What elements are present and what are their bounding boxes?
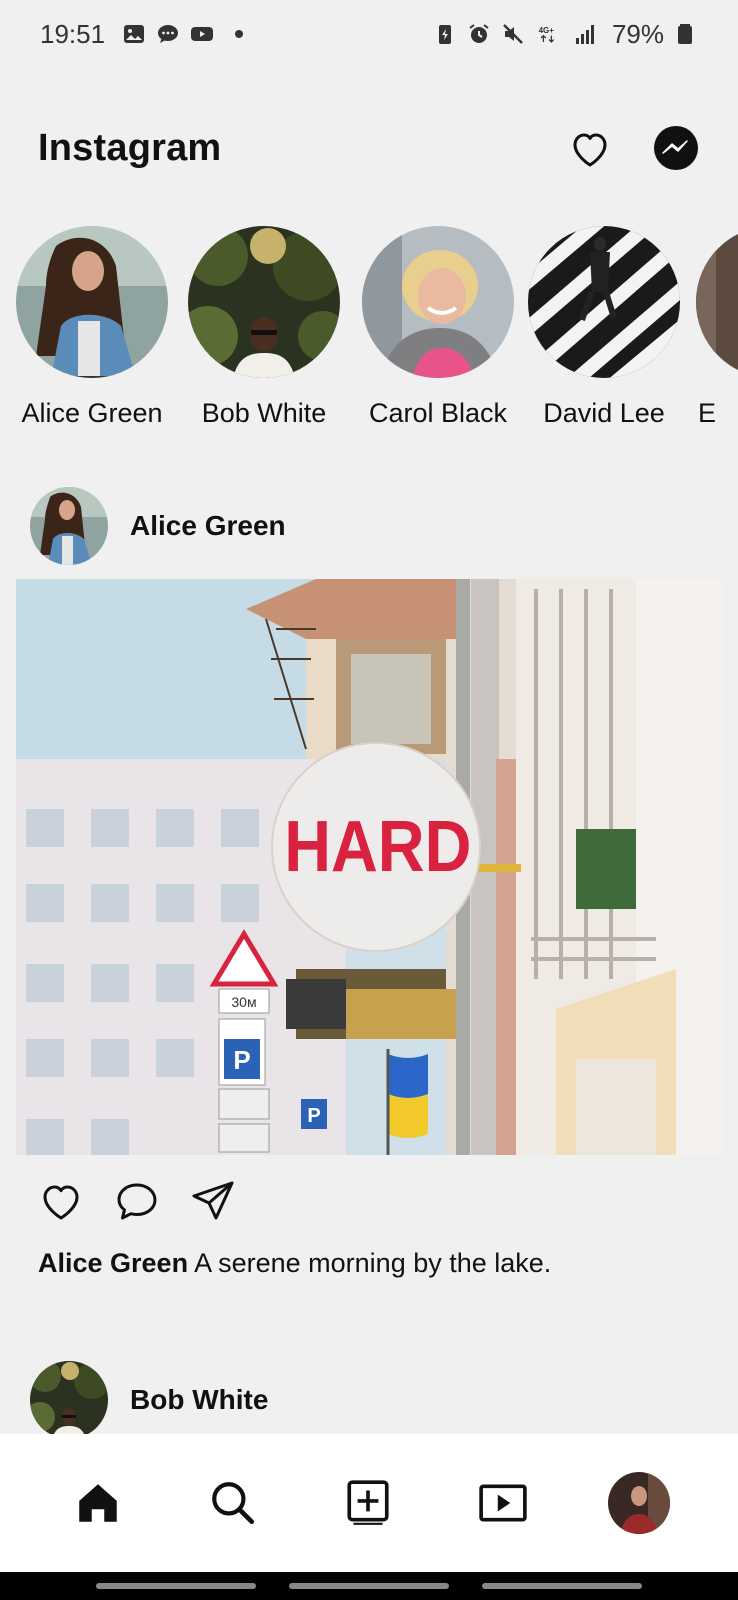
reels-icon[interactable]	[473, 1473, 533, 1533]
story-avatar	[696, 226, 738, 378]
story-label: Carol Black	[368, 398, 508, 428]
share-send-icon[interactable]	[188, 1176, 238, 1226]
story-label: Alice Green	[21, 398, 163, 428]
caption-username[interactable]: Alice Green	[38, 1248, 188, 1278]
story-label: E	[698, 398, 717, 428]
sign-text: HARD	[284, 806, 471, 887]
svg-text:P: P	[307, 1105, 320, 1127]
mute-icon	[500, 21, 526, 47]
svg-text:30м: 30м	[231, 994, 256, 1010]
like-heart-icon[interactable]	[36, 1176, 86, 1226]
story-avatar	[528, 226, 680, 378]
back-pill[interactable]	[481, 1583, 642, 1589]
home-pill[interactable]	[288, 1583, 449, 1589]
signal-icon	[572, 21, 598, 47]
recent-apps-pill[interactable]	[96, 1583, 257, 1589]
app-header: Instagram	[0, 108, 738, 188]
bottom-nav	[0, 1434, 738, 1572]
header-actions	[566, 124, 700, 172]
story-avatar	[16, 226, 168, 378]
caption-text: A serene morning by the lake.	[188, 1248, 552, 1278]
post-header[interactable]: Bob White	[30, 1360, 710, 1440]
story-item[interactable]: David Lee	[524, 226, 684, 429]
story-avatar	[362, 226, 514, 378]
post-caption: Alice Green A serene morning by the lake…	[38, 1248, 551, 1279]
post-header[interactable]: Alice Green	[30, 486, 710, 566]
post-author-avatar[interactable]	[30, 487, 108, 565]
story-item[interactable]: Alice Green	[12, 226, 172, 429]
story-item[interactable]: Bob White	[184, 226, 344, 429]
story-item[interactable]: E	[690, 226, 738, 429]
svg-text:4G+: 4G+	[539, 26, 555, 35]
status-time: 19:51	[40, 18, 106, 49]
story-item[interactable]: Carol Black	[358, 226, 518, 429]
post-image[interactable]: 30м P P HARD	[16, 579, 723, 1155]
battery-saver-icon	[432, 21, 458, 47]
post-actions	[36, 1176, 238, 1226]
story-label: David Lee	[543, 398, 665, 428]
status-right: 4G+ 79%	[432, 19, 698, 50]
messenger-icon[interactable]	[652, 124, 700, 172]
chat-bubble-icon	[155, 21, 181, 47]
post-author-avatar[interactable]	[30, 1361, 108, 1439]
notification-dot	[235, 30, 244, 38]
story-avatar	[188, 226, 340, 378]
search-icon[interactable]	[203, 1473, 263, 1533]
system-gesture-bar	[0, 1572, 738, 1600]
profile-avatar[interactable]	[608, 1472, 671, 1534]
app-title: Instagram	[38, 126, 222, 169]
gallery-icon	[121, 21, 147, 47]
status-left: 19:51	[40, 18, 244, 50]
post-username[interactable]: Bob White	[130, 1384, 268, 1416]
notifications-heart-icon[interactable]	[566, 124, 614, 172]
status-bar: 19:51 4G+ 79%	[0, 0, 738, 68]
stories-tray: Alice Green Bob White Carol Black David …	[0, 226, 738, 446]
svg-text:P: P	[233, 1045, 250, 1075]
new-post-icon[interactable]	[338, 1473, 398, 1533]
battery-percent: 79%	[611, 18, 664, 49]
network-icon: 4G+	[534, 21, 564, 47]
post-username[interactable]: Alice Green	[130, 510, 286, 542]
battery-icon	[672, 21, 698, 47]
alarm-icon	[466, 21, 492, 47]
story-label: Bob White	[201, 398, 327, 428]
youtube-icon	[189, 21, 215, 47]
comment-icon[interactable]	[112, 1176, 162, 1226]
home-icon[interactable]	[68, 1473, 128, 1533]
